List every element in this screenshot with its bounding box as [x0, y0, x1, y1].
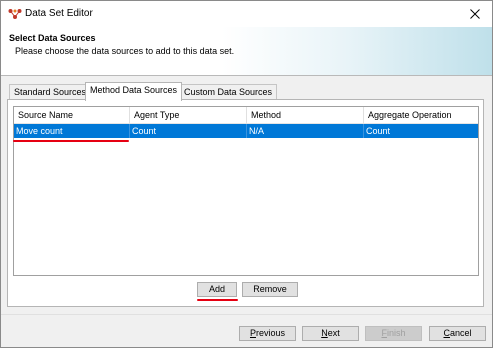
annotation-underline-add-button [197, 299, 238, 301]
tab-method-data-sources[interactable]: Method Data Sources [85, 82, 183, 101]
close-icon [470, 9, 480, 19]
finish-button[interactable]: Finish [365, 326, 422, 341]
column-header-method[interactable]: Method [247, 107, 364, 124]
column-header-source-name[interactable]: Source Name [14, 107, 130, 124]
cancel-button[interactable]: Cancel [429, 326, 486, 341]
cell-aggregate-operation[interactable]: Count [364, 124, 478, 138]
tab-standard-sources[interactable]: Standard Sources [9, 84, 92, 100]
data-set-editor-window: Data Set Editor Select Data Sources Plea… [0, 0, 493, 348]
cell-source-name[interactable]: Move count [14, 124, 130, 138]
tab-custom-data-sources[interactable]: Custom Data Sources [179, 84, 278, 100]
data-sources-table[interactable]: Source Name Agent Type Method Aggregate … [13, 106, 479, 276]
banner-title: Select Data Sources [9, 33, 96, 43]
footer-separator [1, 314, 492, 315]
remove-button[interactable]: Remove [242, 282, 298, 297]
add-button[interactable]: Add [197, 282, 237, 297]
table-header: Source Name Agent Type Method Aggregate … [14, 107, 478, 124]
close-button[interactable] [462, 3, 488, 25]
column-header-agent-type[interactable]: Agent Type [130, 107, 247, 124]
banner-description: Please choose the data sources to add to… [15, 46, 235, 56]
cell-agent-type[interactable]: Count [130, 124, 247, 138]
app-logo-icon [8, 9, 22, 19]
cell-method[interactable]: N/A [247, 124, 364, 138]
wizard-header-banner: Select Data Sources Please choose the da… [1, 27, 492, 76]
previous-label-rest: revious [256, 328, 286, 338]
finish-label-rest: inish [386, 328, 406, 338]
next-button[interactable]: Next [302, 326, 359, 341]
column-header-aggregate-operation[interactable]: Aggregate Operation [364, 107, 478, 124]
title-bar: Data Set Editor [1, 1, 492, 27]
next-label-rest: ext [327, 328, 340, 338]
previous-button[interactable]: Previous [239, 326, 296, 341]
cancel-label-rest: ancel [449, 328, 472, 338]
table-row[interactable]: Move count Count N/A Count [14, 124, 478, 138]
tab-panel-method-data-sources: Source Name Agent Type Method Aggregate … [7, 99, 484, 307]
window-title: Data Set Editor [25, 8, 93, 19]
annotation-underline-source-name [13, 140, 129, 142]
